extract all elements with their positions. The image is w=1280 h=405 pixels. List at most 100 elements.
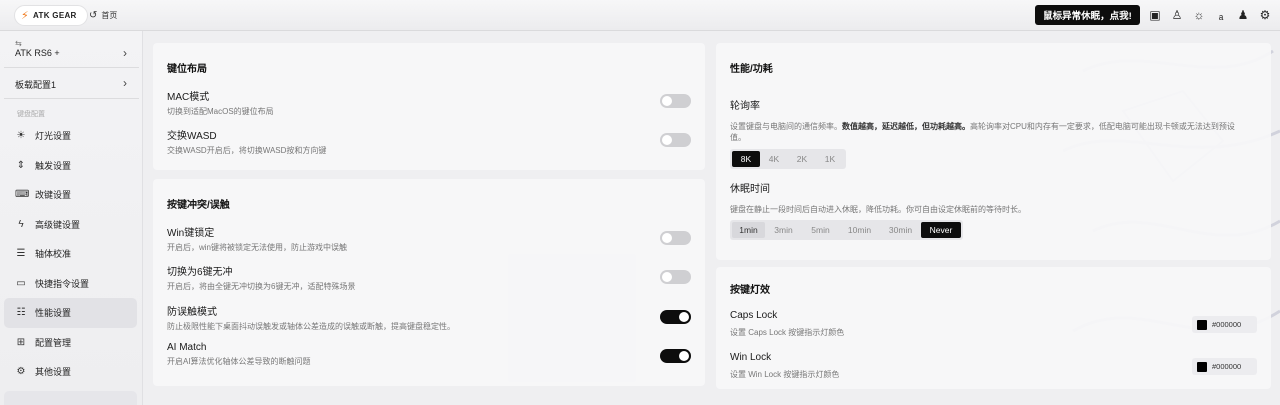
option-never[interactable]: Never xyxy=(921,222,961,238)
sidebar-item-lighting[interactable]: ☀ 灯光设置 xyxy=(4,121,137,151)
shirt-icon[interactable]: ♙ xyxy=(1169,7,1185,23)
caps-lock-color-picker[interactable]: #000000 xyxy=(1192,316,1257,333)
polling-rate-selector: 8K 4K 2K 1K xyxy=(730,149,846,169)
profile-selector[interactable]: 板载配置1 › xyxy=(15,76,135,91)
option-10min[interactable]: 10min xyxy=(839,222,880,238)
sleep-notice-button[interactable]: 鼠标异常休眠，点我! xyxy=(1035,5,1140,25)
ai-match-row: AI Match 开启AI算法优化轴体公差导致的断触问题 xyxy=(167,342,691,367)
win-lock-light-row: Win Lock 设置 Win Lock 按键指示灯颜色 xyxy=(730,352,1257,380)
row-label: 休眠时间 xyxy=(730,184,770,195)
device-name: ATK RS6 + xyxy=(15,48,60,58)
sidebar-item-shortcuts[interactable]: ▭ 快捷指令设置 xyxy=(4,269,137,299)
card-title: 键位布局 xyxy=(167,64,207,75)
layout-card: 键位布局 MAC模式 切换到适配MacOS的键位布局 交换WASD 交换WASD… xyxy=(153,43,705,170)
settings-icon: ⚙ xyxy=(16,366,26,378)
main-content: 键位布局 MAC模式 切换到适配MacOS的键位布局 交换WASD 交换WASD… xyxy=(143,31,1280,405)
sidebar-item-advanced-keys[interactable]: ϟ 高级键设置 xyxy=(4,210,137,240)
divider xyxy=(4,67,139,68)
sidebar-item-trigger[interactable]: ⇕ 触发设置 xyxy=(4,151,137,181)
row-desc: 开启AI算法优化轴体公差导致的断触问题 xyxy=(167,357,311,366)
card-title: 按键灯效 xyxy=(730,285,770,296)
win-lock-color-picker[interactable]: #000000 xyxy=(1192,358,1257,375)
conflict-card: 按键冲突/误触 Win键锁定 开启后，win键将被锁定无法使用，防止游戏中误触 … xyxy=(153,179,705,386)
home-button[interactable]: ↺ 首页 xyxy=(80,5,126,26)
top-bar: ⚡ ATK GEAR ↺ 首页 鼠标异常休眠，点我! ▣ ♙ ☼ ₐ ♟ ⚙ xyxy=(0,0,1280,31)
divider xyxy=(4,98,139,99)
performance-card: 性能/功耗 轮询率 设置键盘与电脑间的通信频率。数值越高，延迟越低，但功耗越高。… xyxy=(716,43,1271,260)
calibrate-icon: ☰ xyxy=(16,248,26,260)
swap-wasd-toggle[interactable] xyxy=(660,133,691,147)
card-title: 性能/功耗 xyxy=(730,64,773,75)
lightning-icon: ϟ xyxy=(18,218,24,230)
option-4k[interactable]: 4K xyxy=(760,151,788,167)
option-1min[interactable]: 1min xyxy=(732,222,765,238)
win-lock-toggle[interactable] xyxy=(660,231,691,245)
sidebar-bottom-banner[interactable] xyxy=(4,391,137,405)
anti-mistouch-toggle[interactable] xyxy=(660,310,691,324)
desc-emphasis: 数值越高，延迟越低，但功耗越高。 xyxy=(842,122,970,131)
back-arrow-icon: ↺ xyxy=(89,10,98,21)
six-key-toggle[interactable] xyxy=(660,270,691,284)
color-value: #000000 xyxy=(1212,320,1242,329)
profile-name: 板载配置1 xyxy=(15,80,57,90)
color-value: #000000 xyxy=(1212,362,1242,371)
trigger-icon: ⇕ xyxy=(16,159,26,171)
option-2k[interactable]: 2K xyxy=(788,151,816,167)
row-desc: 设置 Win Lock 按键指示灯颜色 xyxy=(730,370,840,379)
brand-logo[interactable]: ⚡ ATK GEAR xyxy=(14,5,88,26)
link-icon: ⇆ xyxy=(15,39,22,48)
sidebar-item-calibration[interactable]: ☰ 轴体校准 xyxy=(4,239,137,269)
option-1k[interactable]: 1K xyxy=(816,151,844,167)
chevron-right-icon: › xyxy=(123,46,127,60)
ai-match-toggle[interactable] xyxy=(660,349,691,363)
sun-icon[interactable]: ☼ xyxy=(1191,7,1207,23)
mac-mode-row: MAC模式 切换到适配MacOS的键位布局 xyxy=(167,88,691,117)
row-label: 切换为6键无冲 xyxy=(167,267,233,278)
user-icon[interactable]: ♟ xyxy=(1235,7,1251,23)
six-key-row: 切换为6键无冲 开启后，将由全键无冲切换为6键无冲，适配特殊场景 xyxy=(167,263,691,292)
row-desc: 防止极限性能下桌面抖动误触发或轴体公差造成的误触或断触，提高键盘稳定性。 xyxy=(167,322,455,331)
sidebar-item-label: 快捷指令设置 xyxy=(35,278,90,289)
monitor-icon[interactable]: ▣ xyxy=(1147,7,1163,23)
row-desc: 设置 Caps Lock 按键指示灯颜色 xyxy=(730,328,845,337)
win-lock-row: Win键锁定 开启后，win键将被锁定无法使用，防止游戏中误触 xyxy=(167,224,691,253)
sidebar-nav: ☀ 灯光设置 ⇕ 触发设置 ⌨ 改键设置 ϟ 高级键设置 ☰ 轴体校准 ▭ 快捷… xyxy=(4,121,137,387)
sidebar-item-performance[interactable]: ☷ 性能设置 xyxy=(4,298,137,328)
row-label: 轮询率 xyxy=(730,101,760,112)
sleep-time-row: 休眠时间 键盘在静止一段时间后自动进入休眠，降低功耗。你可自由设定休眠前的等待时… xyxy=(730,180,1257,215)
sleep-time-selector: 1min 3min 5min 10min 30min Never xyxy=(730,220,963,240)
option-8k[interactable]: 8K xyxy=(732,151,760,167)
row-desc: 键盘在静止一段时间后自动进入休眠，降低功耗。你可自由设定休眠前的等待时长。 xyxy=(730,205,1026,214)
row-desc: 开启后，win键将被锁定无法使用，防止游戏中误触 xyxy=(167,243,348,252)
sidebar-item-label: 改键设置 xyxy=(35,190,72,201)
sidebar: ⇆ ATK RS6 + › 板载配置1 › 键盘配置 ☀ 灯光设置 ⇕ 触发设置… xyxy=(0,31,143,405)
device-selector[interactable]: ⇆ ATK RS6 + › xyxy=(15,39,135,60)
row-label: Win键锁定 xyxy=(167,228,215,239)
row-label: MAC模式 xyxy=(167,92,210,103)
brand-name: ATK GEAR xyxy=(33,11,77,20)
gear-icon[interactable]: ⚙ xyxy=(1257,7,1273,23)
sidebar-item-label: 触发设置 xyxy=(35,160,72,171)
sidebar-item-label: 其他设置 xyxy=(35,367,72,378)
mac-mode-toggle[interactable] xyxy=(660,94,691,108)
row-desc: 交换WASD开启后，将切换WASD按和方向键 xyxy=(167,146,327,155)
translate-icon[interactable]: ₐ xyxy=(1213,7,1229,23)
option-30min[interactable]: 30min xyxy=(880,222,921,238)
row-label: Caps Lock xyxy=(730,310,778,321)
sidebar-item-profiles[interactable]: ⊞ 配置管理 xyxy=(4,328,137,358)
desc-text: 设置键盘与电脑间的通信频率。 xyxy=(730,122,842,131)
row-label: AI Match xyxy=(167,342,207,353)
row-label: Win Lock xyxy=(730,352,772,363)
grid-icon: ⊞ xyxy=(16,336,26,348)
sidebar-item-other[interactable]: ⚙ 其他设置 xyxy=(4,357,137,387)
terminal-icon: ▭ xyxy=(16,277,26,289)
sidebar-item-remap[interactable]: ⌨ 改键设置 xyxy=(4,180,137,210)
swap-wasd-row: 交换WASD 交换WASD开启后，将切换WASD按和方向键 xyxy=(167,127,691,156)
sliders-icon: ☷ xyxy=(16,307,26,319)
polling-rate-row: 轮询率 设置键盘与电脑间的通信频率。数值越高，延迟越低，但功耗越高。高轮询率对C… xyxy=(730,97,1257,143)
row-label: 交换WASD xyxy=(167,131,217,142)
option-5min[interactable]: 5min xyxy=(802,222,839,238)
row-desc: 开启后，将由全键无冲切换为6键无冲，适配特殊场景 xyxy=(167,282,356,291)
option-3min[interactable]: 3min xyxy=(765,222,802,238)
top-toolbar: ▣ ♙ ☼ ₐ ♟ ⚙ xyxy=(1147,7,1273,23)
